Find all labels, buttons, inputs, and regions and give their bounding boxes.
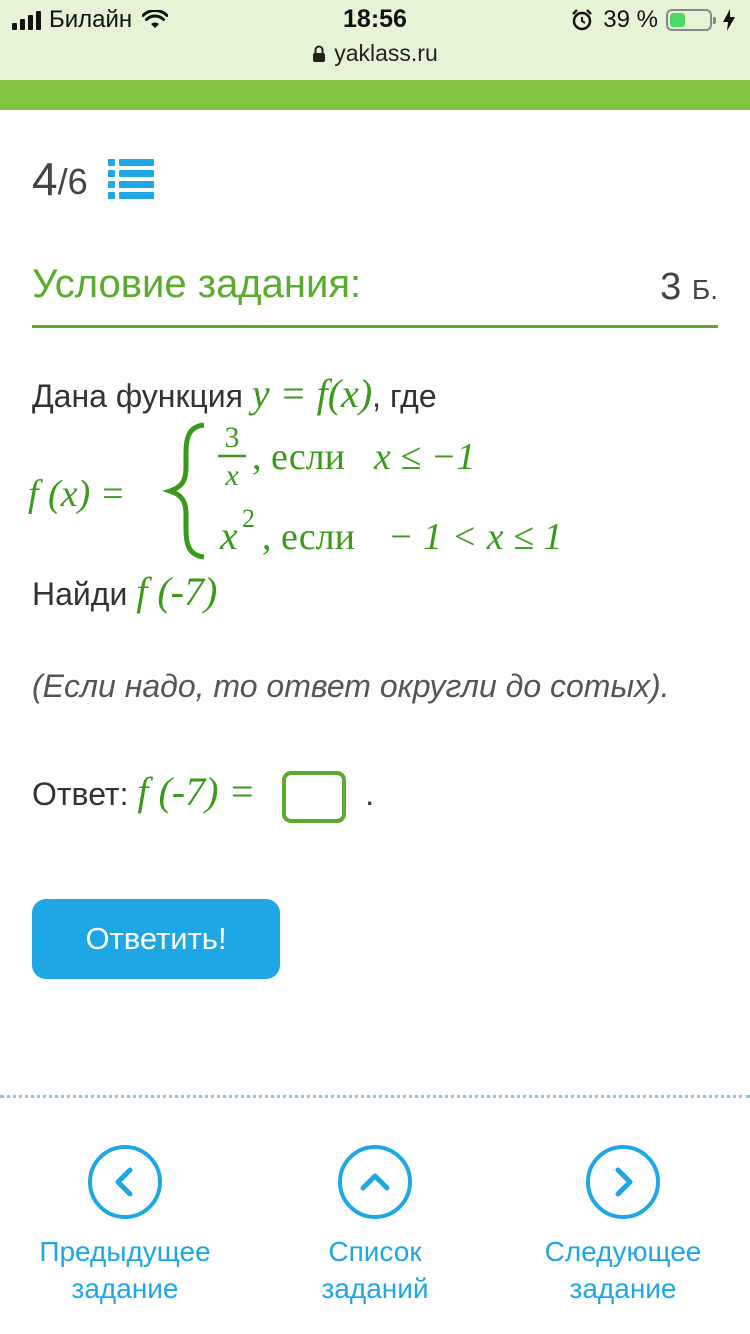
points-unit: Б.: [691, 274, 718, 305]
chevron-left-icon: [88, 1145, 162, 1219]
task-list-label: Список заданий: [321, 1236, 429, 1304]
case2-inequality: − 1 < x ≤ 1: [388, 516, 563, 558]
battery-icon: [666, 9, 716, 31]
chevron-right-icon: [586, 1145, 660, 1219]
browser-top-bar: Билайн 18:56 39 % yaklass.ru: [0, 0, 750, 80]
status-right: 39 %: [571, 6, 736, 34]
answer-line: Ответ: f (-7) = .: [32, 768, 374, 823]
address-bar[interactable]: yaklass.ru: [0, 40, 750, 67]
find-text: Найди: [32, 576, 128, 612]
task-list-icon[interactable]: [107, 158, 154, 200]
find-line: Найди f (-7): [32, 568, 217, 615]
intro-text: Дана функция: [32, 378, 243, 414]
piecewise-function: f (x) = 3 x , если x ≤ −1 x 2 , если − 1…: [28, 421, 563, 560]
find-expression: f (-7): [136, 569, 218, 614]
case2-condition: , если: [262, 516, 355, 558]
prev-task-label: Предыдущее задание: [39, 1236, 211, 1304]
submit-answer-button[interactable]: Ответить!: [32, 899, 280, 979]
next-task-label: Следующее задание: [544, 1236, 702, 1304]
battery-percent: 39 %: [603, 6, 658, 33]
next-task-link[interactable]: Следующее задание: [518, 1145, 728, 1307]
chevron-up-icon: [338, 1145, 412, 1219]
left-brace: [162, 422, 205, 560]
rounding-hint: (Если надо, то ответ округли до сотых).: [32, 668, 670, 704]
charging-icon: [723, 9, 735, 31]
task-current-number: 4: [32, 153, 58, 205]
task-total-number: /6: [57, 161, 88, 202]
case1-denominator: x: [224, 459, 239, 492]
problem-intro: Дана функция y = f(x), где: [32, 370, 437, 417]
answer-expression: f (-7) =: [137, 769, 256, 814]
task-points: 3 Б.: [660, 266, 718, 309]
dotted-divider: [0, 1095, 750, 1098]
case2-base: x: [219, 513, 238, 558]
site-header-band: [0, 80, 750, 110]
case2-exponent: 2: [242, 504, 255, 533]
task-header: Условие задания: 3 Б.: [32, 262, 718, 328]
task-list-link[interactable]: Список заданий: [270, 1145, 480, 1307]
alarm-icon: [572, 9, 593, 31]
piecewise-lhs: f (x) =: [28, 473, 125, 515]
points-value: 3: [660, 266, 682, 308]
case1-condition: , если: [252, 436, 345, 478]
answer-input[interactable]: [282, 770, 347, 823]
prev-task-link[interactable]: Предыдущее задание: [20, 1145, 230, 1307]
lock-icon: [313, 45, 326, 62]
intro-suffix: , где: [372, 378, 437, 414]
case1-inequality: x ≤ −1: [373, 436, 475, 478]
url-text: yaklass.ru: [334, 40, 438, 66]
answer-period: .: [365, 776, 375, 812]
answer-label: Ответ:: [32, 776, 129, 812]
task-counter: 4 /6: [32, 152, 154, 206]
task-title: Условие задания:: [32, 262, 362, 306]
case1-numerator: 3: [225, 421, 240, 454]
intro-function: y = f(x): [251, 371, 373, 416]
